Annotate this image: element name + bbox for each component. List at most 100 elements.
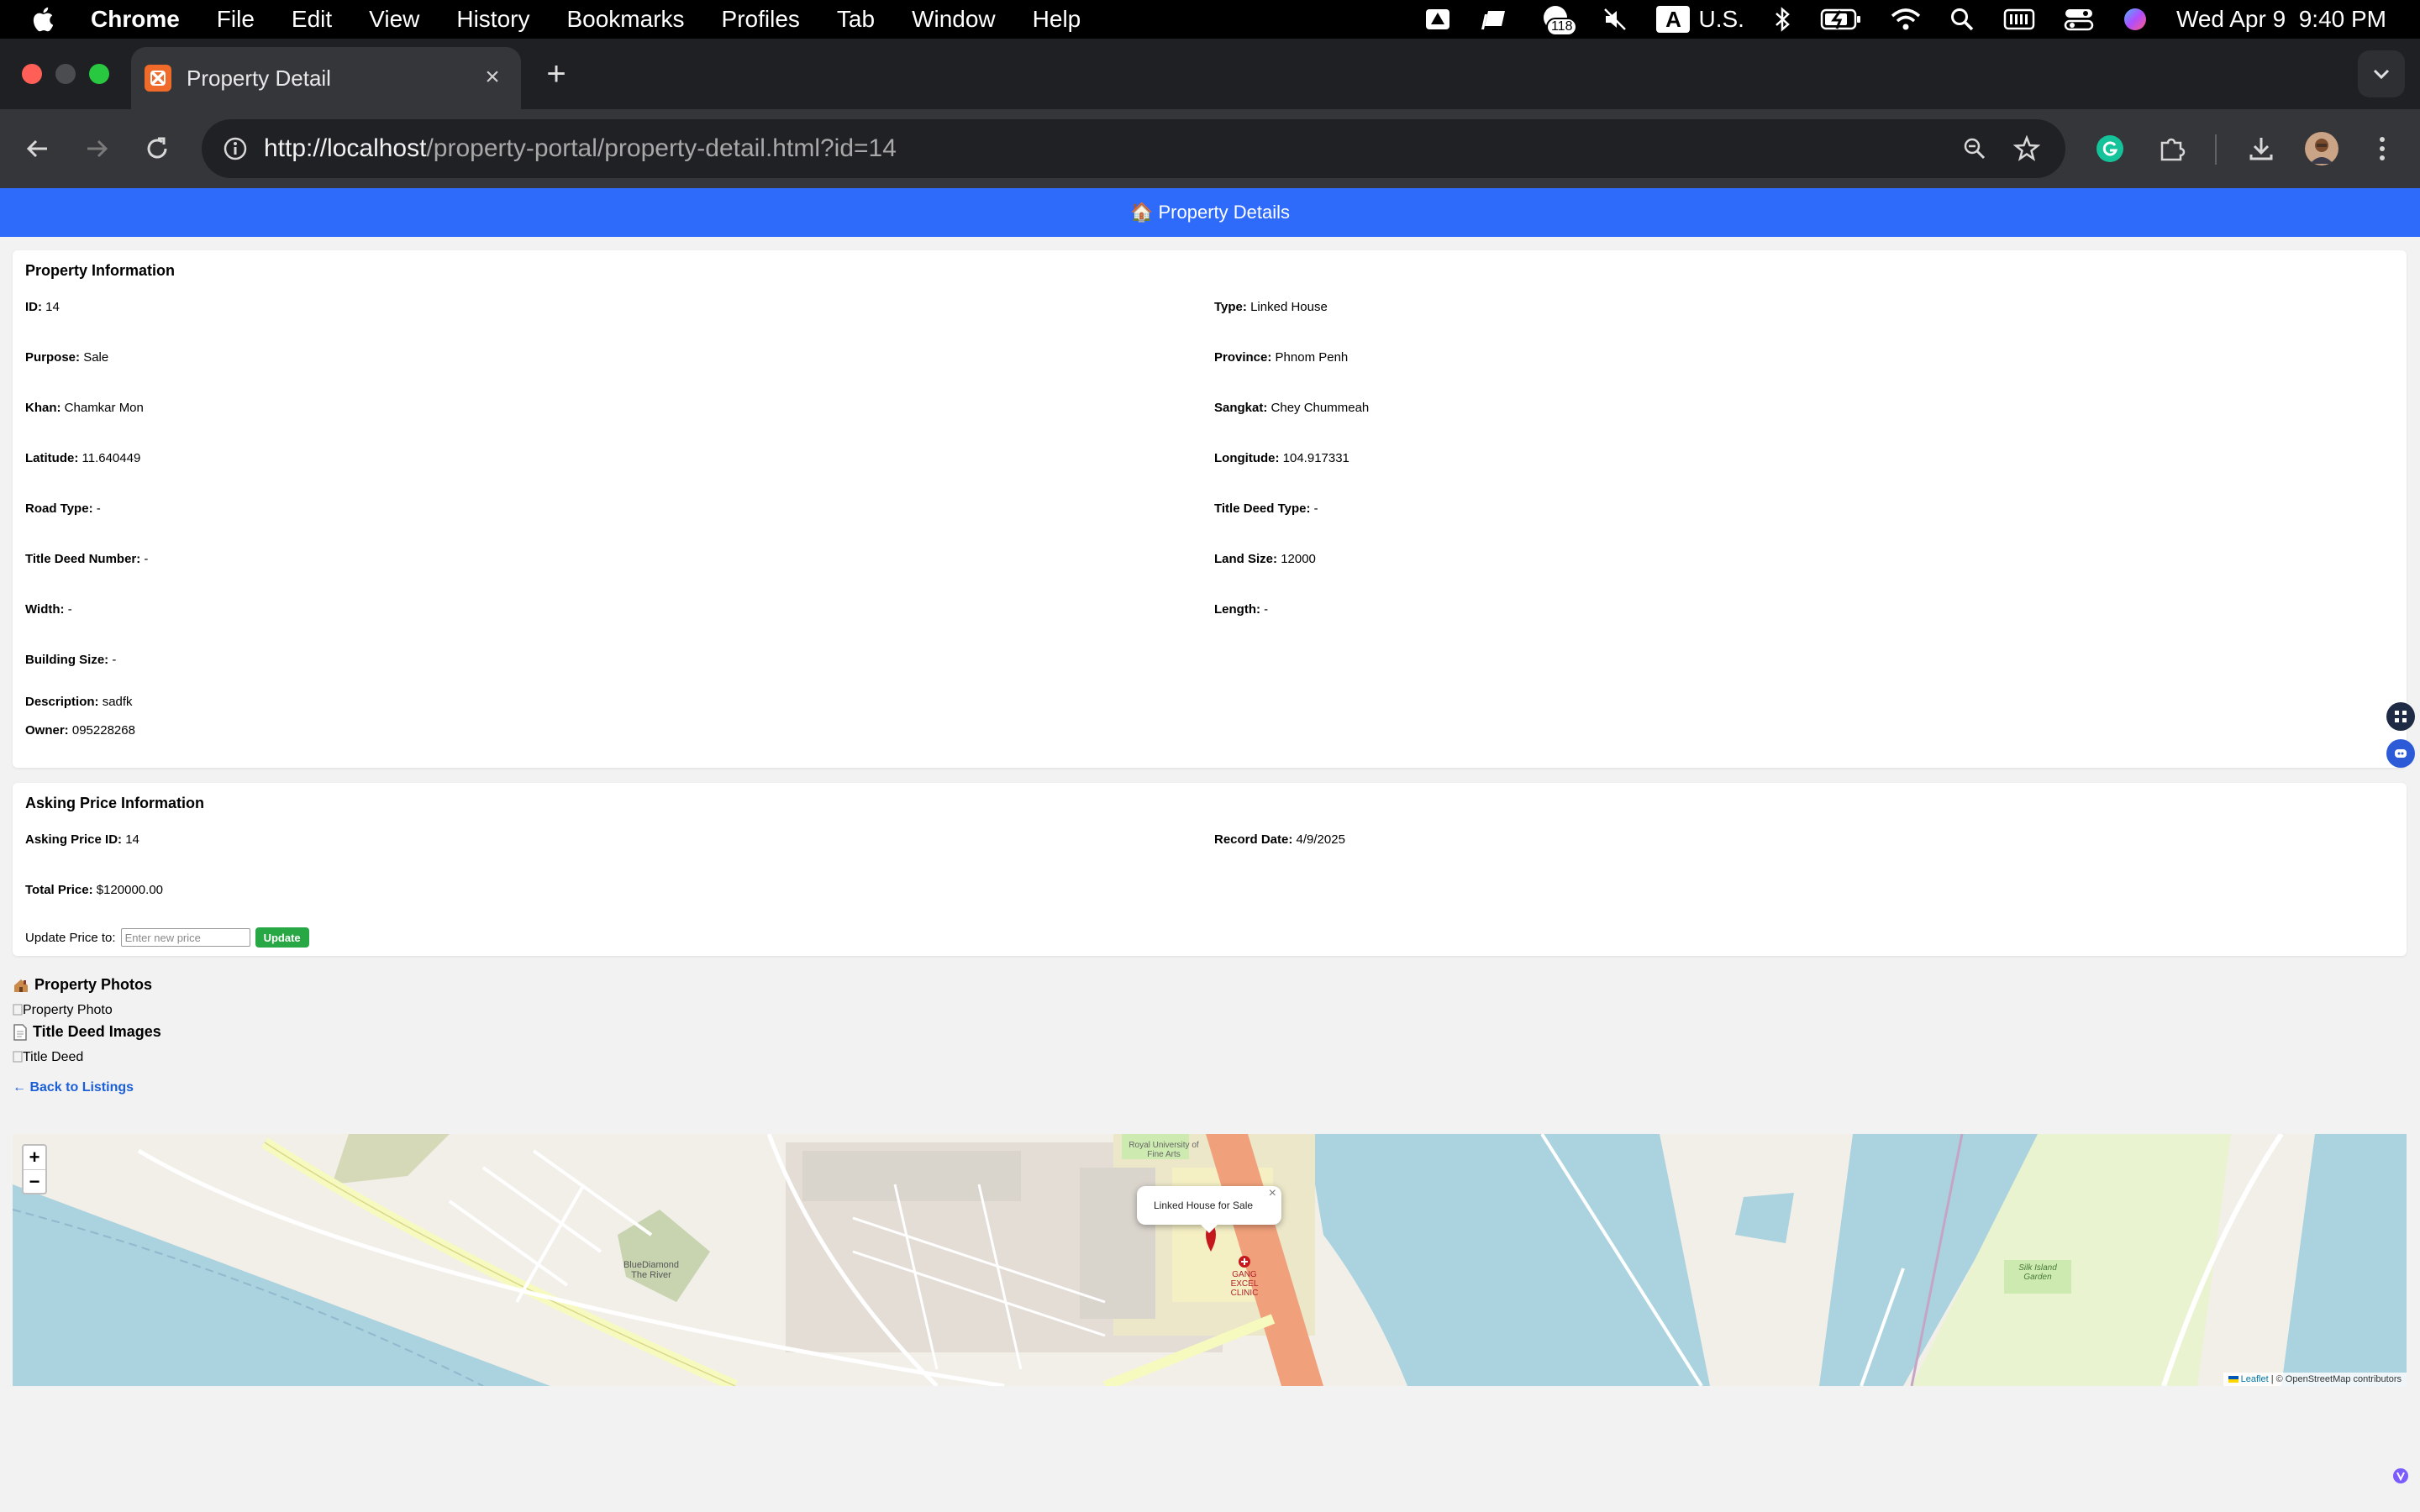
broken-image-icon [13,1051,23,1063]
site-info-icon[interactable] [215,129,255,169]
document-icon [13,1023,27,1041]
property-info-card: Property Information ID: 14 Type: Linked… [13,250,2407,768]
map-attribution: Leaflet | © OpenStreetMap contributors [2223,1373,2407,1386]
property-photos-heading: Property Photos [13,976,152,994]
map-popup: Linked House for Sale × [1137,1186,1281,1225]
forward-button[interactable] [76,128,118,170]
extension-corner-logo-icon[interactable] [2386,1462,2415,1490]
tab-search-button[interactable] [2358,50,2405,97]
arrow-right-icon [87,139,108,158]
map-popup-text: Linked House for Sale [1154,1200,1254,1211]
back-to-listings-link[interactable]: ← Back to Listings [13,1080,134,1095]
extension-floating-assistant-icon[interactable] [2386,739,2415,768]
asking-price-card: Asking Price Information Asking Price ID… [13,783,2407,956]
downloads-icon[interactable] [2240,128,2282,170]
update-price-row: Update Price to: Update [25,927,309,948]
asking-price-title: Asking Price Information [25,795,205,811]
field-sangkat: Sangkat: Chey Chummeah [1214,401,1370,415]
map-popup-close-icon[interactable]: × [1269,1186,1276,1201]
drive-icon[interactable] [1424,6,1451,33]
field-record-date: Record Date: 4/9/2025 [1214,832,1345,847]
input-source[interactable]: A U.S. [1656,6,1744,33]
menu-profiles[interactable]: Profiles [722,6,800,33]
chrome-menu-icon[interactable] [2361,128,2403,170]
map-label-university: Royal University of Fine Arts [1128,1141,1199,1159]
menu-bookmarks[interactable]: Bookmarks [566,6,684,33]
window-close-button[interactable] [22,64,42,84]
input-source-letter: A [1656,6,1691,33]
field-total-price: Total Price: $120000.00 [25,883,163,897]
property-info-title: Property Information [25,262,176,279]
window-minimize-button[interactable] [55,64,76,84]
extensions-puzzle-icon[interactable] [2151,128,2193,170]
window-zoom-button[interactable] [89,64,109,84]
back-button[interactable] [17,128,59,170]
map-tiles [13,1134,2407,1386]
reload-icon [147,137,167,159]
profile-avatar-icon[interactable] [2301,128,2343,170]
map-zoom-in-button[interactable]: + [24,1146,45,1169]
map-label-garden: Silk Island Garden [2018,1263,2057,1282]
leaflet-link[interactable]: Leaflet [2241,1374,2269,1384]
reload-button[interactable] [136,128,178,170]
spotlight-search-icon[interactable] [1949,7,1975,32]
osm-attribution-text[interactable]: | © OpenStreetMap contributors [2271,1374,2402,1384]
menubar-clock[interactable]: Wed Apr 9 9:40 PM [2176,6,2386,33]
broken-image-icon [13,1004,23,1016]
page-content: 🏠 Property Details Property Information … [0,188,2420,1512]
map-zoom-out-button[interactable]: − [24,1169,45,1193]
zoom-icon[interactable] [1956,130,1993,167]
ukraine-flag-icon [2228,1376,2238,1383]
menu-file[interactable]: File [217,6,255,33]
status-area: 118 A U.S. Wed Apr 9 9:40 PM [1424,0,2386,39]
menu-help[interactable]: Help [1033,6,1081,33]
title-deed-heading: Title Deed Images [13,1023,161,1041]
new-tab-button[interactable]: + [538,55,575,92]
battery-icon[interactable] [1820,8,1862,31]
menu-history[interactable]: History [456,6,529,33]
notification-badge-icon[interactable]: 118 [1539,4,1578,36]
field-province: Province: Phnom Penh [1214,350,1349,365]
field-length: Length: - [1214,602,1269,617]
xampp-favicon-icon [145,65,171,92]
field-road-type: Road Type: - [25,501,101,516]
field-purpose: Purpose: Sale [25,350,109,365]
house-photo-icon [14,979,28,992]
notification-badge-count: 118 [1545,18,1578,36]
control-center-icon[interactable] [2064,7,2094,32]
bookmark-star-icon[interactable] [2008,130,2045,167]
notification-icon[interactable] [1480,6,1510,33]
field-building-size: Building Size: - [25,653,117,667]
apple-icon[interactable] [30,5,59,34]
grammarly-extension-icon[interactable] [2089,128,2131,170]
map-zoom-control: + − [22,1144,47,1194]
address-bar[interactable]: http://localhost/property-portal/propert… [202,119,2065,178]
map-popup-tip [1199,1223,1219,1233]
url-text[interactable]: http://localhost/property-portal/propert… [264,119,897,178]
menu-edit[interactable]: Edit [292,6,332,33]
property-photo-image: Property Photo [13,1003,113,1018]
menu-window[interactable]: Window [912,6,996,33]
field-width: Width: - [25,602,72,617]
tab-close-icon[interactable]: × [479,64,506,91]
url-host: http://localhost [264,134,427,162]
field-land-size: Land Size: 12000 [1214,552,1316,566]
siri-icon[interactable] [2123,7,2148,32]
extension-floating-grid-icon[interactable] [2386,702,2415,731]
input-source-label: U.S. [1698,6,1744,32]
field-id: ID: 14 [25,300,60,314]
bluetooth-icon[interactable] [1773,6,1791,33]
field-type: Type: Linked House [1214,300,1328,314]
menu-view[interactable]: View [369,6,419,33]
menu-tab[interactable]: Tab [837,6,875,33]
active-tab[interactable]: Property Detail × [131,47,521,109]
arrow-left-icon [26,139,47,158]
new-price-input[interactable] [120,928,250,947]
update-price-button[interactable]: Update [255,927,309,948]
mute-icon[interactable] [1602,7,1628,32]
property-map[interactable]: Royal University of Fine Arts BlueDiamon… [13,1134,2407,1386]
keyboard-brightness-icon[interactable] [2003,7,2035,32]
menu-app-name[interactable]: Chrome [91,6,180,33]
browser-tab-strip: Property Detail × + [0,39,2420,109]
wifi-icon[interactable] [1891,8,1921,31]
